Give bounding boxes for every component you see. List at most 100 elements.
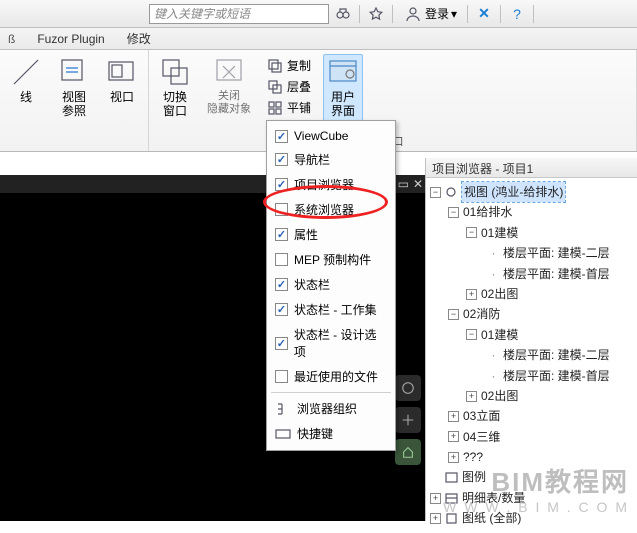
- tree-node[interactable]: 02消防: [463, 304, 500, 324]
- nav-home-icon[interactable]: [395, 439, 421, 465]
- tab-fuzor[interactable]: Fuzor Plugin: [33, 30, 108, 48]
- exchange-icon[interactable]: ✕: [474, 4, 494, 24]
- expand-icon[interactable]: +: [430, 493, 441, 504]
- checkbox-icon: [275, 278, 288, 291]
- checkbox-icon: [275, 337, 288, 350]
- dd-browser-org[interactable]: 浏览器组织: [267, 396, 395, 421]
- checkbox-icon: [275, 228, 288, 241]
- separator: [533, 5, 534, 23]
- expand-icon[interactable]: +: [448, 452, 459, 463]
- expand-icon[interactable]: +: [466, 391, 477, 402]
- dd-statusbar-workset[interactable]: 状态栏 - 工作集: [267, 297, 395, 322]
- tree-node[interactable]: 01给排水: [463, 202, 512, 222]
- collapse-icon[interactable]: −: [448, 207, 459, 218]
- tree-node[interactable]: 楼层平面: 建模-二层: [503, 345, 610, 365]
- dd-viewcube[interactable]: ViewCube: [267, 125, 395, 147]
- ribbon-close-hidden[interactable]: 关闭 隐藏对象: [203, 54, 255, 131]
- user-interface-icon: [327, 56, 359, 88]
- checkbox-icon: [275, 370, 288, 383]
- tab-modify[interactable]: 修改: [123, 28, 155, 49]
- checkbox-icon: [275, 203, 288, 216]
- dd-statusbar-design[interactable]: 状态栏 - 设计选项: [267, 322, 395, 364]
- sheet-icon: [445, 513, 458, 524]
- project-browser-title: 项目浏览器 - 项目1: [426, 158, 637, 178]
- separator: [271, 392, 391, 393]
- view-ref-icon: [58, 56, 90, 88]
- separator: [500, 5, 501, 23]
- tree-node[interactable]: 楼层平面: 建模-首层: [503, 264, 610, 284]
- nav-pan-icon[interactable]: [395, 407, 421, 433]
- tree-node[interactable]: 01建模: [481, 223, 518, 243]
- leaf-icon: ·: [488, 366, 499, 386]
- copy-icon: [267, 58, 283, 74]
- expand-icon[interactable]: +: [448, 431, 459, 442]
- tab-partial[interactable]: ß: [4, 30, 19, 48]
- ribbon-copy[interactable]: 复制: [263, 56, 315, 75]
- expand-icon[interactable]: +: [448, 411, 459, 422]
- dd-project-browser[interactable]: 项目浏览器: [267, 172, 395, 197]
- ribbon-view-ref[interactable]: 视图 参照: [54, 54, 94, 135]
- user-interface-dropdown: ViewCube 导航栏 项目浏览器 系统浏览器 属性 MEP 预制构件 状态栏…: [266, 120, 396, 451]
- collapse-icon[interactable]: −: [466, 227, 477, 238]
- leaf-icon: ·: [488, 243, 499, 263]
- separator: [359, 5, 360, 23]
- tree-node[interactable]: ???: [463, 447, 483, 467]
- tree-node[interactable]: 04三维: [463, 427, 500, 447]
- separator: [392, 5, 393, 23]
- leaf-icon: ·: [488, 345, 499, 365]
- collapse-icon[interactable]: −: [448, 309, 459, 320]
- ribbon-switch-window[interactable]: 切换 窗口: [155, 54, 195, 131]
- tab-strip: ß Fuzor Plugin 修改: [0, 28, 637, 50]
- tree-node[interactable]: 图纸 (全部): [462, 508, 521, 528]
- dd-recent-files[interactable]: 最近使用的文件: [267, 364, 395, 389]
- expand-icon[interactable]: +: [430, 513, 441, 524]
- dd-system-browser[interactable]: 系统浏览器: [267, 197, 395, 222]
- close-icon[interactable]: ✕: [413, 177, 423, 191]
- tree-icon: [275, 401, 291, 417]
- keyboard-icon: [275, 426, 291, 442]
- views-icon: [445, 187, 458, 198]
- checkbox-icon: [275, 153, 288, 166]
- checkbox-icon: [275, 253, 288, 266]
- expand-icon[interactable]: +: [466, 289, 477, 300]
- tree-node[interactable]: 03立面: [463, 406, 500, 426]
- tree-node[interactable]: 01建模: [481, 325, 518, 345]
- project-browser-panel: 项目浏览器 - 项目1 −视图 (鸿业-给排水) −01给排水 −01建模 ·楼…: [425, 158, 637, 521]
- dd-statusbar[interactable]: 状态栏: [267, 272, 395, 297]
- tree-node[interactable]: 楼层平面: 建模-二层: [503, 243, 610, 263]
- checkbox-icon: [275, 178, 288, 191]
- ribbon-line[interactable]: 线: [6, 54, 46, 135]
- dd-mep[interactable]: MEP 预制构件: [267, 247, 395, 272]
- tile-icon: [267, 100, 283, 116]
- help-icon[interactable]: ?: [507, 4, 527, 24]
- tree-node[interactable]: 02出图: [481, 386, 518, 406]
- tree-node[interactable]: 02出图: [481, 284, 518, 304]
- tree-node[interactable]: 图例: [462, 467, 486, 487]
- ribbon-viewport[interactable]: 视口: [102, 54, 142, 135]
- viewport-icon: [106, 56, 138, 88]
- ribbon-stack[interactable]: 层叠: [263, 77, 315, 96]
- login-button[interactable]: 登录 ▾: [399, 4, 461, 24]
- person-icon: [403, 4, 423, 24]
- project-browser-tree[interactable]: −视图 (鸿业-给排水) −01给排水 −01建模 ·楼层平面: 建模-二层 ·…: [426, 178, 637, 533]
- tree-node[interactable]: 楼层平面: 建模-首层: [503, 366, 610, 386]
- line-icon: [10, 56, 42, 88]
- top-toolbar: 键入关键字或短语 登录 ▾ ✕ ?: [0, 0, 637, 28]
- star-icon[interactable]: [366, 4, 386, 24]
- collapse-icon[interactable]: −: [430, 187, 441, 198]
- switch-window-icon: [159, 56, 191, 88]
- chevron-down-icon: ▾: [451, 7, 457, 21]
- tree-node[interactable]: 明细表/数量: [462, 488, 525, 508]
- checkbox-icon: [275, 130, 288, 143]
- dd-shortcuts[interactable]: 快捷键: [267, 421, 395, 446]
- nav-orbit-icon[interactable]: [395, 375, 421, 401]
- schedule-icon: [445, 493, 458, 504]
- dd-navbar[interactable]: 导航栏: [267, 147, 395, 172]
- tree-node[interactable]: 视图 (鸿业-给排水): [462, 182, 565, 202]
- dd-properties[interactable]: 属性: [267, 222, 395, 247]
- collapse-icon[interactable]: −: [466, 329, 477, 340]
- ribbon-tile[interactable]: 平铺: [263, 98, 315, 117]
- search-input[interactable]: 键入关键字或短语: [149, 4, 329, 24]
- maximize-icon[interactable]: ▭: [398, 177, 409, 191]
- binoculars-icon[interactable]: [333, 4, 353, 24]
